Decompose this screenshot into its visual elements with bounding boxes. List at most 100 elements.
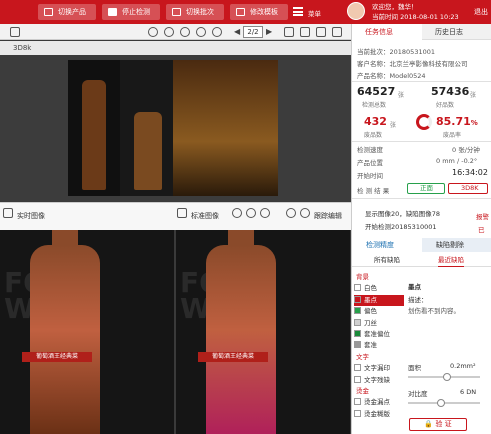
bad-label: 废品数: [364, 132, 383, 139]
food-graphic: [134, 112, 162, 190]
switch-batch-button[interactable]: 切换批次: [166, 4, 224, 20]
category-item[interactable]: 烫金漏点: [354, 397, 404, 408]
brightness-icon[interactable]: [286, 208, 296, 218]
area-slider-knob[interactable]: [443, 373, 452, 381]
defect-tabs: 检测精度 缺陷剔除: [352, 238, 491, 252]
defect-desc-value: 划伤看不到内容。: [408, 307, 460, 315]
dish-title: 葡萄酒王经典菜: [198, 352, 268, 362]
category-label: 刀丝: [364, 318, 377, 327]
contrast-value: 6 DN: [460, 388, 477, 396]
tab-history-log[interactable]: 历史日志: [422, 24, 491, 40]
category-header: 背景: [354, 272, 404, 283]
product-row: 产品名称：Model0524: [357, 72, 426, 80]
reject-rate-ring: [416, 114, 432, 130]
main-image-stage[interactable]: [0, 55, 351, 201]
category-item[interactable]: 套准: [354, 340, 404, 351]
stop-detect-button[interactable]: 停止检测: [102, 4, 160, 20]
divider: [352, 81, 491, 82]
menu-icon[interactable]: [293, 7, 303, 16]
subtab-all-defects[interactable]: 所有缺陷: [374, 254, 400, 267]
event-item[interactable]: 开始检测20185310001: [352, 221, 491, 233]
divider: [352, 141, 491, 142]
rect-select-icon[interactable]: [10, 27, 20, 37]
bad-count: 432: [364, 115, 387, 128]
speed-row: 检测速度: [357, 146, 383, 154]
offset-value: 0 mm / -0.2°: [436, 157, 478, 165]
zoom-fit-icon[interactable]: [180, 27, 190, 37]
done-tag: 已: [478, 226, 485, 234]
category-swatch: [354, 330, 361, 337]
result-ok-button[interactable]: 正面: [407, 183, 445, 194]
detected-unit: 张: [398, 92, 405, 99]
switch-product-button[interactable]: 切换产品: [38, 4, 96, 20]
category-item[interactable]: 文字残缺: [354, 375, 404, 386]
contrast-slider-knob[interactable]: [436, 399, 445, 407]
zoom-in-icon[interactable]: [232, 208, 242, 218]
zoom-in-icon[interactable]: [148, 27, 158, 37]
area-slider[interactable]: [408, 373, 480, 381]
stop-icon: [108, 8, 117, 16]
track-edit-button[interactable]: 跟踪编辑: [314, 211, 342, 221]
tab-task-info[interactable]: 任务信息: [352, 24, 422, 40]
offset-row: 产品位置: [357, 159, 383, 167]
category-label: 烫金糊版: [364, 409, 390, 418]
tab-defect-removal[interactable]: 缺陷剔除: [422, 238, 491, 252]
category-item[interactable]: 烫金糊版: [354, 409, 404, 420]
layout-icon[interactable]: [300, 27, 310, 37]
category-label: 文字残缺: [364, 375, 390, 384]
time-text: 当前时间 2018-08-01 10:23: [372, 13, 459, 21]
category-swatch: [354, 284, 361, 292]
category-label: 套准: [364, 341, 377, 350]
category-label: 文字: [356, 352, 369, 361]
result-row: 检 测 结 果: [357, 187, 390, 195]
category-item[interactable]: 套准偏位: [354, 329, 404, 340]
document-title-bar: 3D8k: [0, 41, 351, 55]
result-error-button[interactable]: 3D8K: [448, 183, 488, 194]
defect-subtabs: 所有缺陷 最近缺陷: [352, 254, 491, 267]
category-item[interactable]: 文字漏印: [354, 363, 404, 374]
verify-button[interactable]: 🔒 验 证: [409, 418, 467, 431]
detected-count: 64527: [357, 85, 396, 98]
category-swatch: [354, 318, 361, 326]
subtab-recent-defects[interactable]: 最近缺陷: [438, 254, 464, 267]
dish-title: 葡萄酒王经典菜: [22, 352, 92, 362]
avatar[interactable]: [347, 2, 365, 20]
prev-page-icon[interactable]: ◀: [234, 27, 240, 36]
welcome-text: 欢迎您，魏华！: [372, 3, 418, 11]
contrast-slider[interactable]: [408, 399, 480, 407]
zoom-out-icon[interactable]: [246, 208, 256, 218]
logout-button[interactable]: 退出: [474, 7, 488, 17]
reject-rate: 85.71%: [436, 115, 478, 128]
fit-icon[interactable]: [260, 208, 270, 218]
area-value: 0.2mm²: [450, 362, 476, 370]
eye-icon[interactable]: [300, 208, 310, 218]
modify-template-button[interactable]: 修改模板: [230, 4, 288, 20]
client-row: 客户名称：北京兰亭影像科技有限公司: [357, 60, 468, 68]
start-time-value: 16:34:02: [452, 168, 488, 177]
tab-detection-accuracy[interactable]: 检测精度: [352, 238, 422, 252]
menu-label[interactable]: 菜单: [308, 8, 321, 18]
brochure-panel-1: [68, 60, 120, 196]
fit-width-icon[interactable]: [284, 27, 294, 37]
zoom-out-icon[interactable]: [164, 27, 174, 37]
reject-rate-label: 废品率: [443, 132, 462, 139]
next-page-icon[interactable]: ▶: [266, 27, 272, 36]
category-item[interactable]: 白色: [354, 283, 404, 294]
category-swatch: [354, 398, 361, 406]
bottle-graphic: [82, 80, 106, 190]
zoom-reset-icon[interactable]: [212, 27, 222, 37]
zoom-actual-icon[interactable]: [196, 27, 206, 37]
contrast-label: 对比度: [408, 390, 428, 398]
standard-image-pane[interactable]: FOODWINE 葡萄酒王经典菜: [176, 230, 350, 434]
category-item[interactable]: 偏色: [354, 306, 404, 317]
category-item[interactable]: 墨点: [354, 294, 404, 306]
brochure-image: [68, 60, 278, 196]
live-image-pane[interactable]: FOODWINE 葡萄酒王经典菜: [0, 230, 174, 434]
defect-desc-label: 描述：: [408, 296, 428, 304]
event-item[interactable]: 显示图像20，缺陷图像78: [352, 208, 491, 220]
brightness-icon[interactable]: [316, 27, 326, 37]
category-item[interactable]: 刀丝: [354, 318, 404, 329]
settings-icon[interactable]: [332, 27, 342, 37]
bottle-body: [30, 245, 100, 434]
start-time-row: 开始时间: [357, 172, 383, 180]
